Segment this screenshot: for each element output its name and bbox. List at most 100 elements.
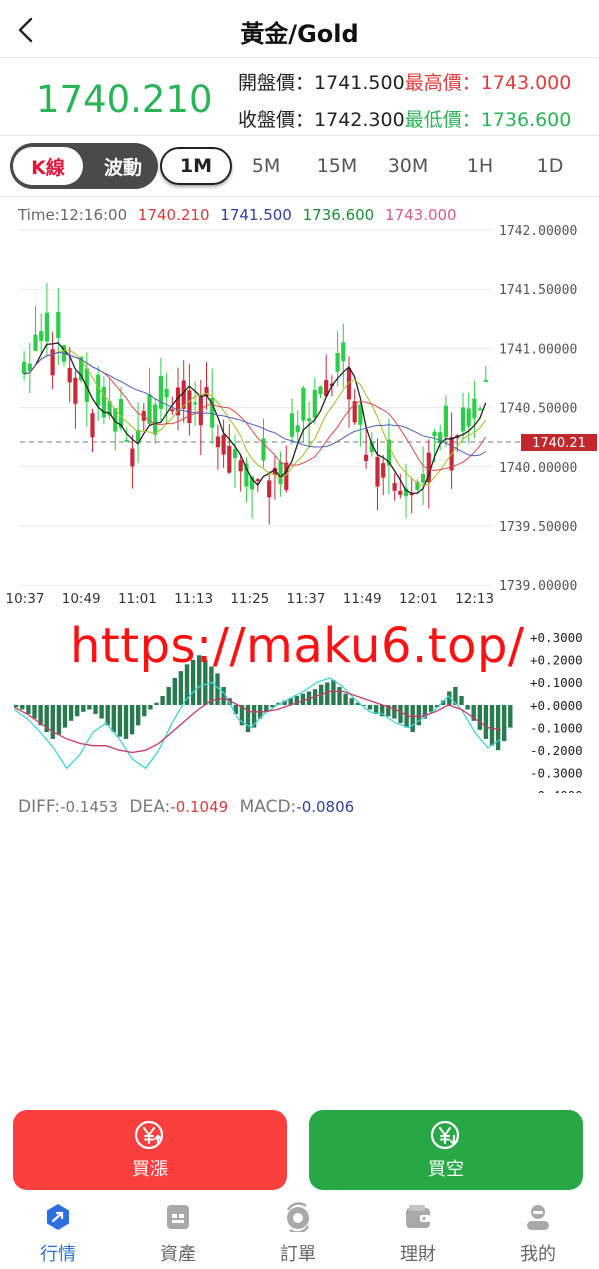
candle-body: [341, 342, 346, 362]
macd-y-tick: -0.4000: [530, 788, 583, 793]
macd-y-tick: -0.1000: [530, 720, 583, 735]
macd-bar: [50, 705, 55, 739]
candle-body: [50, 349, 55, 376]
kline-chart[interactable]: 1742.00000 1741.50000 1741.00000 1740.50000…: [0, 222, 599, 606]
candle-body: [255, 479, 260, 482]
macd-bar: [343, 693, 348, 705]
candle-body: [278, 461, 283, 485]
diff-label: DIFF:: [18, 797, 61, 817]
buy-down-label: 買空: [428, 1159, 464, 1180]
candle-body: [375, 457, 380, 487]
timeframe-5m[interactable]: 5M: [238, 147, 294, 185]
candle-body: [221, 434, 226, 455]
quote-panel: 1740.210 開盤價：1741.500最高價：1743.000 收盤價：17…: [0, 58, 599, 136]
tab-assets-label: 資產: [160, 1244, 196, 1265]
timeframe-15m[interactable]: 15M: [306, 147, 368, 185]
macd-bar: [160, 695, 165, 705]
candle-body: [44, 312, 49, 342]
watermark-text: https://maku6.top/: [70, 618, 525, 674]
candle-body: [335, 353, 340, 372]
low-label: 最低價：: [404, 109, 481, 131]
candle-body: [478, 408, 483, 411]
last-price: 1740.210: [36, 78, 213, 121]
candle-body: [289, 413, 295, 437]
macd-bar: [136, 705, 141, 726]
candle-body: [124, 439, 129, 442]
buy-up-button[interactable]: 買漲: [13, 1110, 287, 1190]
macd-bar: [56, 705, 62, 735]
kline-candles: [22, 282, 488, 525]
candle-body: [227, 445, 232, 473]
tab-profile-label: 我的: [520, 1244, 556, 1265]
timeframe-1h[interactable]: 1H: [454, 147, 506, 185]
kline-y-tick: 1739.00000: [499, 579, 577, 594]
kline-x-tick: 11:13: [174, 591, 213, 606]
macd-bar: [75, 705, 80, 717]
low-value: 1736.600: [480, 109, 572, 131]
macd-bar: [495, 705, 501, 751]
mode-wave-button[interactable]: 波動: [90, 147, 156, 185]
open-label: 開盤價：: [238, 72, 315, 94]
buy-down-button[interactable]: 買空: [309, 1110, 583, 1190]
macd-bar: [178, 671, 184, 705]
assets-icon: [167, 1205, 189, 1229]
close-label: 收盤價：: [238, 109, 315, 131]
market-icon: [47, 1204, 69, 1230]
kline-x-ticks: 10:37 10:49 11:01 11:13 11:25 11:37 11:49 12:01…: [6, 591, 495, 606]
kline-y-tick: 1741.00000: [499, 342, 577, 357]
candle-body: [392, 483, 397, 491]
macd-bar: [26, 705, 31, 715]
header-bar: 黃金/Gold: [0, 0, 599, 58]
candle-body: [215, 436, 220, 448]
mode-kline-button[interactable]: K線: [13, 147, 83, 185]
macd-bar: [410, 705, 415, 733]
wallet-icon: [406, 1205, 430, 1228]
macd-bar: [20, 705, 25, 710]
kline-x-tick: 12:01: [399, 591, 438, 606]
macd-value: -0.0806: [296, 798, 355, 816]
dea-label: DEA:: [129, 797, 171, 817]
tab-market[interactable]: 行情: [13, 1202, 103, 1266]
candle-body: [466, 408, 471, 427]
tab-finance-label: 理財: [400, 1244, 436, 1265]
kline-x-tick: 11:01: [118, 591, 157, 606]
macd-bar: [148, 705, 153, 710]
macd-bar: [465, 705, 470, 710]
dea-value: -0.1049: [170, 798, 229, 816]
timeframe-1d[interactable]: 1D: [524, 147, 576, 185]
macd-bar: [172, 677, 177, 705]
macd-bar: [502, 705, 507, 742]
candle-body: [56, 311, 61, 339]
candle-body: [432, 431, 437, 436]
quote-row-open-high: 開盤價：1741.500最高價：1743.000: [238, 68, 571, 95]
macd-y-tick: -0.3000: [530, 766, 583, 781]
macd-y-tick: +0.1000: [530, 675, 583, 690]
kline-x-tick: 11:37: [287, 591, 326, 606]
price-tag: 1740.21: [521, 434, 597, 451]
ma-line: [23, 351, 486, 457]
candle-body: [153, 404, 158, 435]
tab-profile[interactable]: 我的: [493, 1202, 583, 1266]
tab-assets[interactable]: 資產: [133, 1202, 223, 1266]
kline-x-tick: 10:49: [62, 591, 101, 606]
tab-orders[interactable]: 訂單: [253, 1202, 343, 1266]
candle-body: [295, 425, 300, 433]
yen-up-icon: [134, 1120, 164, 1150]
tab-finance[interactable]: 理財: [373, 1202, 463, 1266]
macd-bar: [81, 705, 86, 712]
candle-body: [364, 454, 369, 461]
tab-orders-label: 訂單: [280, 1244, 316, 1265]
timeframe-30m[interactable]: 30M: [376, 147, 440, 185]
macd-bar: [337, 686, 342, 705]
candle-body: [443, 405, 448, 438]
timeframe-1m[interactable]: 1M: [160, 147, 232, 185]
macd-bar: [367, 705, 373, 710]
macd-bar: [508, 705, 513, 728]
profile-icon: [527, 1205, 549, 1230]
quote-row-close-low: 收盤價：1742.300最低價：1736.600: [238, 105, 571, 132]
kline-x-tick: 11:25: [230, 591, 269, 606]
price-tag-text: 1740.21: [532, 436, 586, 451]
candle-body: [67, 367, 72, 383]
chart-toolbar: K線 波動 1M 5M 15M 30M 1H 1D: [0, 137, 599, 197]
buy-up-label: 買漲: [132, 1159, 168, 1180]
